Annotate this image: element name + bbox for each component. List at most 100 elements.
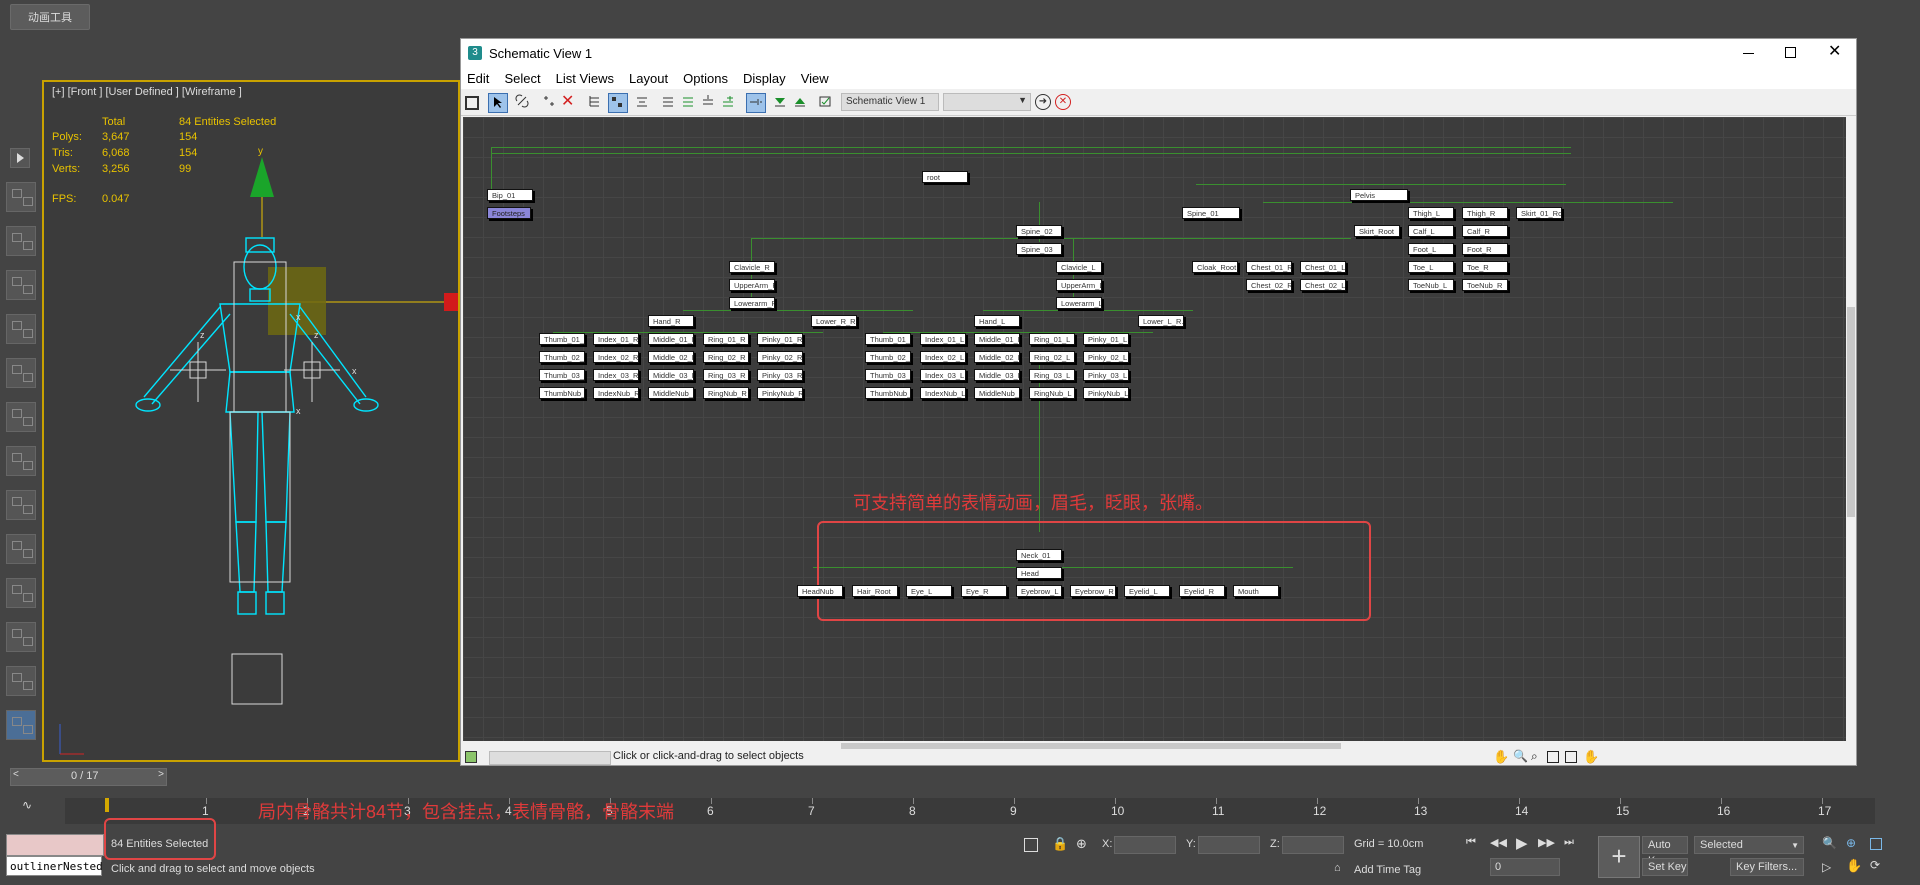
bone-node[interactable]: Middle_03_R (648, 369, 694, 381)
chevron-left-icon[interactable]: < (13, 769, 19, 780)
bone-node[interactable]: Pinky_02_R (757, 351, 803, 363)
go-to-start-icon[interactable]: ⏮ (1466, 836, 1476, 849)
bone-node[interactable]: Middle_03_L (974, 369, 1020, 381)
transform-type-in-icon[interactable]: ⊕ (1076, 836, 1087, 852)
play-icon[interactable]: ▶ (1516, 834, 1528, 852)
bone-node[interactable]: Ring_03_L (1029, 369, 1075, 381)
zoom-all-icon[interactable]: ⊕ (1846, 836, 1856, 850)
layout-tool-icon[interactable] (6, 358, 36, 388)
close-icon[interactable]: ✕ (1828, 41, 1841, 61)
layout-tool-icon[interactable] (6, 622, 36, 652)
schematic-canvas[interactable]: root Bip_01 Footsteps Pelvis Spine_01 Sp… (463, 117, 1848, 745)
time-tag-icon[interactable]: ⌂ (1334, 862, 1341, 874)
bone-node[interactable]: Spine_02 (1016, 225, 1062, 237)
layout-tool-icon[interactable] (6, 314, 36, 344)
remove-bookmark-icon[interactable]: ✕ (1055, 94, 1071, 110)
hierarchy-mode-icon[interactable] (587, 93, 605, 111)
chevron-right-icon[interactable]: > (158, 769, 164, 780)
pan-icon[interactable]: ✋ (1493, 749, 1509, 765)
bone-node[interactable]: Clavicle_R (729, 261, 775, 273)
bone-node[interactable]: Lowerarm_L (1056, 297, 1102, 309)
orbit-icon[interactable]: ⟳ (1870, 858, 1880, 872)
play-arrow-icon[interactable] (10, 148, 30, 168)
time-slider-marker[interactable] (105, 798, 109, 812)
bone-node[interactable]: Spine_01 (1182, 207, 1240, 219)
zoom-icon[interactable]: 🔍 (1513, 749, 1528, 763)
bone-node[interactable]: Skirt_01_Ro... (1516, 207, 1562, 219)
display-floater-icon[interactable] (465, 96, 479, 110)
lock-icon[interactable]: 🔒 (1052, 836, 1068, 852)
layout-tool-icon[interactable] (6, 446, 36, 476)
bone-node[interactable]: Toe_L (1408, 261, 1454, 273)
add-time-tag[interactable]: Add Time Tag (1354, 864, 1421, 876)
status-field[interactable] (489, 751, 611, 765)
bone-node[interactable]: Cloak_Root (1192, 261, 1238, 273)
connect-icon[interactable] (514, 93, 532, 111)
arrange-children-icon[interactable] (720, 93, 738, 111)
scroll-thumb[interactable] (1847, 307, 1855, 517)
collapse-icon[interactable] (700, 93, 718, 111)
layout-tool-icon[interactable] (6, 182, 36, 212)
zoom-extents-icon[interactable] (1547, 751, 1559, 763)
bone-node[interactable]: Chest_01_L (1300, 261, 1346, 273)
previous-frame-icon[interactable]: ◀◀ (1490, 836, 1507, 849)
bone-node[interactable]: HeadNub (797, 585, 843, 597)
bone-node[interactable]: Pinky_03_R (757, 369, 803, 381)
bone-node[interactable]: Eyebrow_R (1070, 585, 1116, 597)
bone-node[interactable]: Thumb_03_L (865, 369, 911, 381)
bone-node[interactable]: Eye_L (906, 585, 952, 597)
preferences-icon[interactable] (817, 93, 835, 111)
move-children-icon[interactable] (772, 93, 790, 111)
menu-select[interactable]: Select (504, 69, 540, 89)
bone-node[interactable]: Calf_L (1408, 225, 1454, 237)
auto-key-button[interactable]: Auto Key (1642, 836, 1688, 867)
bone-node[interactable]: ThumbNub_R (539, 387, 585, 399)
animation-tools-button[interactable]: 动画工具 (10, 4, 90, 30)
z-coordinate-field[interactable] (1282, 836, 1344, 854)
bone-node[interactable]: Lowerarm_R (729, 297, 775, 309)
bone-node[interactable]: Ring_02_R (703, 351, 749, 363)
references-mode-icon[interactable] (608, 93, 628, 113)
footsteps-node[interactable]: Footsteps (487, 207, 531, 219)
unlink-icon[interactable] (541, 93, 559, 111)
bone-node[interactable]: Hand_L (974, 315, 1020, 327)
menu-options[interactable]: Options (683, 69, 728, 89)
curve-editor-icon[interactable]: ∿ (22, 798, 32, 812)
bone-node[interactable]: Chest_01_R (1246, 261, 1292, 273)
bone-node[interactable]: Eye_R (961, 585, 1007, 597)
layout-tool-icon[interactable] (6, 534, 36, 564)
frame-slider[interactable]: < 0 / 17 > (10, 768, 167, 786)
bone-node[interactable]: Pinky_01_R (757, 333, 803, 345)
bone-node[interactable]: Middle_02_L (974, 351, 1020, 363)
front-viewport[interactable]: [+] [Front ] [User Defined ] [Wireframe … (42, 80, 460, 762)
bone-node[interactable]: UpperArm_L (1056, 279, 1102, 291)
bone-node[interactable]: Thumb_01_R (539, 333, 585, 345)
bone-node[interactable]: Thumb_01_L (865, 333, 911, 345)
minimize-icon[interactable] (1743, 53, 1754, 54)
vertical-scrollbar[interactable] (1846, 117, 1856, 745)
bone-node[interactable]: Bip_01 (487, 189, 533, 201)
bone-node[interactable]: IndexNub_R (593, 387, 639, 399)
bone-node[interactable]: Eyelid_R (1179, 585, 1225, 597)
bone-node[interactable]: Thumb_03_R (539, 369, 585, 381)
arrange-icon[interactable] (660, 93, 678, 111)
bone-node[interactable]: Lower_L_R... (1138, 315, 1184, 327)
layout-tool-icon[interactable] (6, 490, 36, 520)
bone-node[interactable]: Thumb_02_R (539, 351, 585, 363)
isolate-icon[interactable] (1024, 838, 1038, 852)
layout-tool-icon[interactable] (6, 402, 36, 432)
bone-node[interactable]: Index_03_L (920, 369, 966, 381)
zoom-extents-icon[interactable] (1870, 838, 1882, 850)
bone-node[interactable]: Pinky_02_L (1083, 351, 1129, 363)
bone-node[interactable]: MiddleNub_L (974, 387, 1020, 399)
bone-node[interactable]: Eyelid_L (1124, 585, 1170, 597)
bone-node[interactable]: Ring_02_L (1029, 351, 1075, 363)
bone-node[interactable]: PinkyNub_R (757, 387, 803, 399)
zoom-extents-selected-icon[interactable] (1565, 751, 1577, 763)
bone-node[interactable]: UpperArm_R (729, 279, 775, 291)
bone-node[interactable]: Pinky_01_L (1083, 333, 1129, 345)
layout-tool-icon[interactable] (6, 270, 36, 300)
bone-node[interactable]: Index_03_R (593, 369, 639, 381)
set-key-button[interactable]: Set Key (1642, 858, 1688, 876)
bone-node[interactable]: Hand_R (648, 315, 694, 327)
